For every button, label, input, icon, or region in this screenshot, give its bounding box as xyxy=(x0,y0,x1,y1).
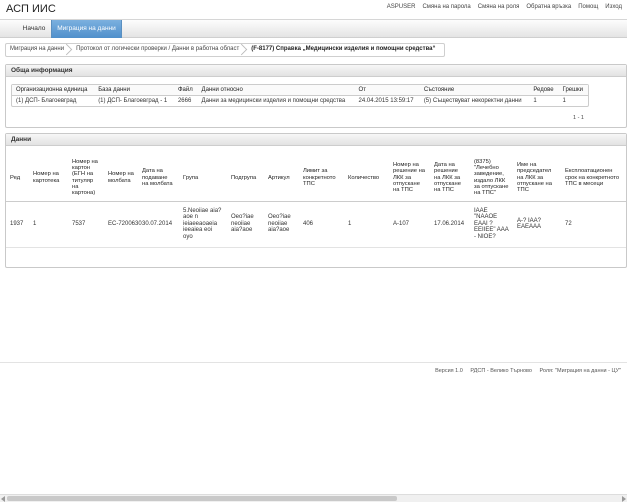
general-info-table: Организационна единица База данни Файл Д… xyxy=(12,85,588,106)
nav-data-migration[interactable]: Миграция на данни xyxy=(51,20,122,38)
general-info-title: Обща информация xyxy=(6,65,626,77)
cell-group: 5.Neoiiae aia?aoe n ieiaeeaoaeia ieeaiea… xyxy=(179,201,227,248)
col-data-about[interactable]: Данни относно xyxy=(197,85,355,96)
col-subgroup[interactable]: Подгрупа xyxy=(227,155,264,202)
breadcrumb-item-current: (F-8177) Справка „Медицински изделия и п… xyxy=(251,46,436,52)
logout-link[interactable]: Изход xyxy=(605,4,622,10)
pager-info: 1 - 1 xyxy=(572,115,584,121)
horizontal-scrollbar[interactable] xyxy=(0,494,627,502)
cell-request-number: ЕС-7200630 xyxy=(104,201,142,248)
cell-medical-institution: IAAE "NAAOE EAAI ? EEIIEE" AAA - NIOE? xyxy=(470,201,513,248)
cell-data-about: Данни за медицински изделия и помощни ср… xyxy=(201,98,346,104)
footer: Версия 1.0 РДСП - Велико Търново Роля: "… xyxy=(0,362,627,374)
general-info-table-wrap: Организационна единица База данни Файл Д… xyxy=(11,84,589,107)
cell-database: (1) ДСП- Благоевград - 1 xyxy=(98,98,168,104)
top-links: ASPUSER Смяна на парола Смяна на роля Об… xyxy=(387,4,622,10)
cell-subgroup: Oeo?iae neoiiae aia?aoe xyxy=(227,201,264,248)
app-title: АСП ИИС xyxy=(6,3,56,15)
footer-role: Роля: "Миграция на данни - ЦУ" xyxy=(539,368,621,374)
col-database[interactable]: База данни xyxy=(94,85,174,96)
col-service-life[interactable]: Експлоатационен срок на конкретното ТПС … xyxy=(561,155,626,202)
cell-service-life: 72 xyxy=(561,201,626,248)
cell-org-unit: (1) ДСП- Благоевград xyxy=(16,98,77,104)
change-password-link[interactable]: Смяна на парола xyxy=(422,4,470,10)
general-info-panel: Обща информация Организационна единица Б… xyxy=(5,64,627,128)
scroll-right-icon[interactable] xyxy=(622,496,626,502)
col-errors[interactable]: Грешки xyxy=(558,85,588,96)
col-lkk-chairman[interactable]: Име на председател на ЛКК за отпускане н… xyxy=(513,155,561,202)
footer-version: Версия 1.0 xyxy=(435,368,463,374)
cell-request-date: 30.07.2014 xyxy=(138,201,179,248)
cell-from: 24.04.2015 13:59:17 xyxy=(358,98,414,104)
col-row[interactable]: Ред xyxy=(6,155,29,202)
data-title: Данни xyxy=(6,134,626,146)
help-link[interactable]: Помощ xyxy=(578,4,598,10)
breadcrumb-item-migration[interactable]: Миграция на данни xyxy=(6,43,72,57)
cell-card-number: 7537 xyxy=(68,201,104,248)
col-file[interactable]: Файл xyxy=(173,85,198,96)
col-from[interactable]: От xyxy=(354,85,420,96)
nav-home[interactable]: Начало xyxy=(17,20,51,38)
col-medical-institution[interactable]: (8375) "Лечебно заведение, издало ЛКК за… xyxy=(470,155,513,202)
col-request-date[interactable]: Дата на подаване на молбата xyxy=(138,155,179,202)
col-quantity[interactable]: Количество xyxy=(344,155,389,202)
col-card-index[interactable]: Номер на картотека xyxy=(29,155,68,202)
scrollbar-thumb[interactable] xyxy=(7,496,397,501)
col-limit[interactable]: Лимит за конкретното ТПС xyxy=(299,155,344,202)
table-row[interactable]: (1) ДСП- Благоевград (1) ДСП- Благоевгра… xyxy=(12,96,588,107)
cell-errors: 1 xyxy=(562,98,566,104)
cell-row: 1937 xyxy=(6,201,29,248)
change-role-link[interactable]: Смяна на роля xyxy=(478,4,520,10)
breadcrumb-item-protocol[interactable]: Протокол от логически проверки / Данни в… xyxy=(72,43,247,57)
cell-quantity: 1 xyxy=(344,201,389,248)
table-header-row: Организационна единица База данни Файл Д… xyxy=(12,85,588,96)
cell-file: 2666 xyxy=(177,98,192,104)
main-navbar: Начало Миграция на данни xyxy=(0,19,627,38)
col-article[interactable]: Артикул xyxy=(264,155,299,202)
cell-rows: 1 xyxy=(533,98,537,104)
cell-lkk-decision-date: 17.06.2014 xyxy=(430,201,470,248)
feedback-link[interactable]: Обратна връзка xyxy=(526,4,571,10)
col-group[interactable]: Група xyxy=(179,155,227,202)
col-state[interactable]: Състояние xyxy=(419,85,530,96)
table-row[interactable]: 1937 1 7537 ЕС-7200630 30.07.2014 5.Neoi… xyxy=(6,201,626,248)
cell-lkk-decision-number: А-107 xyxy=(389,201,430,248)
col-card-number[interactable]: Номер на картон (ЕГН на титуляр на карто… xyxy=(68,155,104,202)
cell-card-index: 1 xyxy=(29,201,68,248)
scroll-left-icon[interactable] xyxy=(1,496,5,502)
cell-lkk-chairman: А-? IAA? EAEAAA xyxy=(513,201,561,248)
data-panel: Данни Ред Номер на картотека Номер на ка… xyxy=(5,133,627,268)
col-org-unit[interactable]: Организационна единица xyxy=(12,85,95,96)
col-rows[interactable]: Редове xyxy=(529,85,559,96)
breadcrumb: Миграция на данни Протокол от логически … xyxy=(5,43,445,57)
cell-article: Oeo?iae neoiiae aia?aoe xyxy=(264,201,299,248)
data-table: Ред Номер на картотека Номер на картон (… xyxy=(6,155,626,248)
col-lkk-decision-number[interactable]: Номер на решение на ЛКК за отпускане на … xyxy=(389,155,430,202)
user-link[interactable]: ASPUSER xyxy=(387,4,416,10)
table-header-row: Ред Номер на картотека Номер на картон (… xyxy=(6,155,626,202)
footer-office: РДСП - Велико Търново xyxy=(470,368,532,374)
col-lkk-decision-date[interactable]: Дата на решение на ЛКК за отпускане на Т… xyxy=(430,155,470,202)
cell-state: (5) Съществуват некоректни данни xyxy=(423,98,522,104)
col-request-number[interactable]: Номер на молбата xyxy=(104,155,138,202)
cell-limit: 406 xyxy=(299,201,344,248)
